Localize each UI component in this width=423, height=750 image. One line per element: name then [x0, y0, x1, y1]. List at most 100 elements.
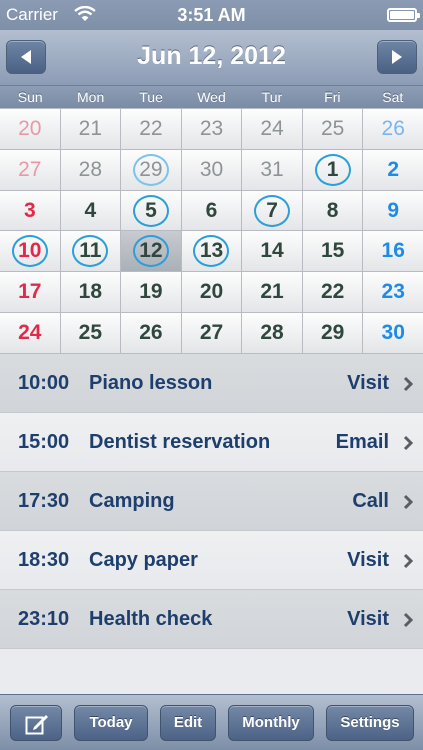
calendar-day-number: 21 [260, 280, 284, 304]
calendar-day-number: 30 [199, 157, 224, 181]
event-row[interactable]: 23:10 Health check Visit [0, 590, 423, 649]
calendar-day[interactable]: 29 [121, 149, 181, 190]
calendar-day-number: 25 [78, 321, 103, 345]
compose-icon [25, 715, 48, 735]
calendar-day-number: 29 [139, 157, 163, 181]
calendar-day[interactable]: 30 [181, 149, 242, 190]
calendar-day[interactable]: 14 [242, 231, 302, 272]
calendar-day-number: 13 [199, 239, 224, 263]
event-action: Call [352, 490, 389, 512]
calendar-day[interactable]: 24 [242, 109, 302, 149]
calendar-day[interactable]: 24 [0, 313, 60, 353]
calendar-day[interactable]: 23 [363, 272, 423, 313]
calendar-day[interactable]: 18 [60, 272, 121, 313]
calendar-day[interactable]: 23 [181, 109, 242, 149]
chevron-right-icon [403, 612, 413, 628]
calendar-day[interactable]: 9 [363, 190, 423, 231]
bottom-toolbar: Today Edit Monthly Settings [0, 694, 423, 750]
compose-button[interactable] [10, 705, 62, 741]
calendar-day-number: 30 [381, 321, 405, 345]
next-month-button[interactable] [377, 40, 417, 74]
calendar-day[interactable]: 26 [121, 313, 181, 353]
calendar-day[interactable]: 2 [363, 149, 423, 190]
status-bar: Carrier 3:51 AM [0, 0, 423, 30]
calendar-day-number: 3 [23, 198, 36, 222]
calendar-day[interactable]: 22 [121, 109, 181, 149]
calendar-day-number: 31 [260, 157, 284, 181]
calendar-day-number: 10 [18, 239, 42, 263]
weekday-fri: Fri [324, 89, 341, 105]
calendar-day[interactable]: 27 [181, 313, 242, 353]
calendar-day-number: 25 [320, 116, 345, 140]
calendar-day-number: 2 [387, 157, 400, 181]
calendar-day[interactable]: 28 [60, 149, 121, 190]
calendar-day-number: 23 [199, 116, 224, 140]
calendar-day[interactable]: 19 [121, 272, 181, 313]
calendar-day[interactable]: 20 [0, 109, 60, 149]
calendar-day-number: 12 [139, 239, 163, 263]
calendar-day-number: 22 [320, 280, 345, 304]
calendar-day-number: 24 [260, 116, 284, 140]
calendar-day[interactable]: 21 [60, 109, 121, 149]
calendar-day[interactable]: 8 [302, 190, 363, 231]
status-time: 3:51 AM [177, 5, 246, 25]
event-title: Capy paper [89, 549, 198, 571]
calendar-day[interactable]: 25 [60, 313, 121, 353]
chevron-right-icon [403, 376, 413, 392]
calendar-day-number: 4 [84, 198, 97, 222]
calendar-day-number: 15 [320, 239, 345, 263]
date-title: Jun 12, 2012 [137, 42, 286, 70]
monthly-button[interactable]: Monthly [228, 705, 314, 741]
calendar-day[interactable]: 3 [0, 190, 60, 231]
calendar-day-number: 29 [320, 321, 345, 345]
calendar-day[interactable]: 25 [302, 109, 363, 149]
calendar-day[interactable]: 26 [363, 109, 423, 149]
calendar-day[interactable]: 6 [181, 190, 242, 231]
chevron-right-icon [403, 494, 413, 510]
calendar-day-number: 7 [266, 198, 278, 222]
calendar-day[interactable]: 10 [0, 231, 60, 272]
weekday-mon: Mon [77, 89, 105, 105]
calendar-day[interactable]: 11 [60, 231, 121, 272]
calendar-day-number: 24 [18, 321, 42, 345]
calendar-day[interactable]: 1 [302, 149, 363, 190]
today-button[interactable]: Today [74, 705, 148, 741]
calendar-day[interactable]: 27 [0, 149, 60, 190]
nav-header: Jun 12, 2012 [0, 30, 423, 86]
event-time: 23:10 [18, 608, 70, 630]
event-action: Visit [347, 372, 389, 394]
calendar-day[interactable]: 31 [242, 149, 302, 190]
calendar-day[interactable]: 22 [302, 272, 363, 313]
edit-button[interactable]: Edit [160, 705, 216, 741]
event-row[interactable]: 18:30 Capy paper Visit [0, 531, 423, 590]
calendar-day[interactable]: 4 [60, 190, 121, 231]
event-time: 18:30 [18, 549, 70, 571]
calendar-day[interactable]: 20 [181, 272, 242, 313]
calendar-day[interactable]: 17 [0, 272, 60, 313]
calendar-day[interactable]: 13 [181, 231, 242, 272]
event-row[interactable]: 10:00 Piano lesson Visit [0, 354, 423, 413]
event-row[interactable]: 17:30 Camping Call [0, 472, 423, 531]
settings-button[interactable]: Settings [326, 705, 414, 741]
weekday-sat: Sat [382, 89, 404, 105]
calendar-day-number: 23 [381, 280, 405, 304]
event-row[interactable]: 15:00 Dentist reservation Email [0, 413, 423, 472]
calendar-day-selected[interactable]: 12 [121, 231, 181, 272]
calendar-day-number: 27 [18, 157, 42, 181]
event-title: Dentist reservation [89, 431, 271, 453]
calendar-day-number: 26 [139, 321, 163, 345]
calendar-day[interactable]: 7 [242, 190, 302, 231]
calendar-day[interactable]: 16 [363, 231, 423, 272]
calendar-day[interactable]: 21 [242, 272, 302, 313]
event-list: 10:00 Piano lesson Visit 15:00 Dentist r… [0, 354, 423, 694]
calendar-day[interactable]: 30 [363, 313, 423, 353]
calendar-day[interactable]: 29 [302, 313, 363, 353]
event-title: Health check [89, 608, 213, 630]
calendar-day-number: 28 [260, 321, 284, 345]
calendar-day[interactable]: 15 [302, 231, 363, 272]
calendar-day[interactable]: 28 [242, 313, 302, 353]
calendar-day-number: 9 [387, 198, 400, 222]
event-action: Email [335, 431, 389, 453]
calendar-day-number: 5 [145, 198, 157, 222]
calendar-day[interactable]: 5 [121, 190, 181, 231]
